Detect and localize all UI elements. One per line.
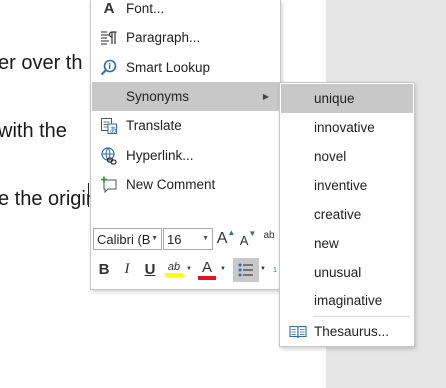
caret-up-icon: ▲ (227, 227, 236, 237)
menu-item-paragraph[interactable]: Paragraph... (92, 23, 281, 52)
synonym-item[interactable]: unique (281, 84, 413, 113)
numbering-icon: 1 (273, 266, 277, 274)
document-text-line[interactable]: with the (0, 120, 67, 143)
grow-font-icon: A (216, 230, 228, 247)
menu-item-label: New Comment (126, 177, 216, 192)
synonym-item[interactable]: unusual (281, 258, 413, 287)
chevron-down-icon: ▼ (260, 266, 266, 272)
menu-item-new-comment[interactable]: New Comment (92, 170, 281, 199)
clear-formatting-button[interactable]: ab (261, 224, 277, 246)
font-name-value: Calibri (B (97, 231, 151, 247)
menu-item-label: Translate (126, 118, 182, 133)
bold-icon: B (98, 260, 110, 278)
mini-toolbar: Calibri (B ▼ 16 ▼ A▲ A▼ ab B I U ab ▼ (91, 220, 280, 288)
synonym-item[interactable]: novel (281, 142, 413, 171)
font-icon: A (103, 0, 115, 17)
paragraph-icon (92, 30, 126, 45)
highlight-icon: ab (167, 261, 181, 273)
chevron-right-icon: ▶ (262, 92, 269, 101)
document-text-line[interactable]: er over th (0, 52, 82, 75)
highlight-dropdown[interactable]: ▼ (185, 264, 193, 274)
synonym-item[interactable]: creative (281, 200, 413, 229)
font-color-dropdown[interactable]: ▼ (219, 264, 227, 274)
new-comment-icon (92, 176, 126, 194)
menu-item-hyperlink[interactable]: Hyperlink... (92, 141, 281, 170)
chevron-down-icon: ▼ (186, 266, 192, 272)
menu-item-font[interactable]: A Font... (92, 0, 281, 23)
synonym-item[interactable]: innovative (281, 113, 413, 142)
italic-icon: I (124, 260, 130, 277)
bullets-button[interactable] (233, 258, 259, 282)
font-size-dropdown[interactable]: 16 ▼ (163, 228, 213, 250)
chevron-down-icon: ▼ (220, 266, 226, 272)
synonym-item[interactable]: new (281, 229, 413, 258)
chevron-down-icon: ▼ (151, 235, 158, 242)
font-name-dropdown[interactable]: Calibri (B ▼ (93, 228, 162, 250)
menu-item-smart-lookup[interactable]: i Smart Lookup (92, 53, 281, 82)
shrink-font-icon: A (239, 232, 249, 248)
underline-icon: U (144, 260, 156, 278)
menu-item-label: Synonyms (126, 89, 190, 104)
italic-button[interactable]: I (118, 258, 136, 280)
menu-item-label: Paragraph... (126, 30, 201, 45)
menu-item-translate[interactable]: あ Translate (92, 111, 281, 140)
translate-icon: あ (92, 117, 126, 135)
underline-button[interactable]: U (141, 258, 159, 280)
menu-item-synonyms[interactable]: Synonyms ▶ (92, 82, 281, 111)
font-color-swatch (198, 275, 216, 280)
text-cursor (88, 183, 89, 207)
thesaurus-menu-item[interactable]: Thesaurus... (281, 317, 413, 346)
font-color-icon: A (201, 258, 212, 276)
hyperlink-icon (92, 146, 126, 165)
svg-text:i: i (108, 62, 111, 71)
synonym-item[interactable]: inventive (281, 171, 413, 200)
smart-lookup-icon: i (92, 59, 126, 77)
synonym-item[interactable]: imaginative (281, 286, 413, 315)
synonyms-submenu: unique innovative novel inventive creati… (279, 82, 415, 347)
bold-button[interactable]: B (95, 258, 113, 280)
grow-font-button[interactable]: A ▲ (216, 227, 236, 249)
thesaurus-label: Thesaurus... (314, 324, 390, 339)
bullets-dropdown[interactable]: ▼ (259, 264, 267, 274)
menu-item-label: Hyperlink... (126, 148, 194, 163)
shrink-font-button[interactable]: A ▼ (239, 228, 257, 249)
highlight-color-swatch (165, 273, 183, 277)
highlight-button[interactable]: ab (163, 257, 185, 281)
bullets-icon (238, 263, 253, 277)
chevron-down-icon: ▼ (202, 235, 209, 242)
clear-formatting-icon: ab (263, 229, 275, 241)
font-color-button[interactable]: A (197, 257, 217, 281)
thesaurus-icon (281, 325, 314, 339)
caret-down-icon: ▼ (248, 228, 257, 238)
menu-item-label: Smart Lookup (126, 60, 211, 75)
svg-text:あ: あ (110, 125, 117, 133)
font-size-value: 16 (167, 231, 182, 247)
context-menu: A Font... Paragraph... i Smart Lookup Sy… (90, 0, 281, 290)
numbering-button[interactable]: 1 (271, 258, 279, 282)
menu-item-label: Font... (126, 1, 165, 16)
